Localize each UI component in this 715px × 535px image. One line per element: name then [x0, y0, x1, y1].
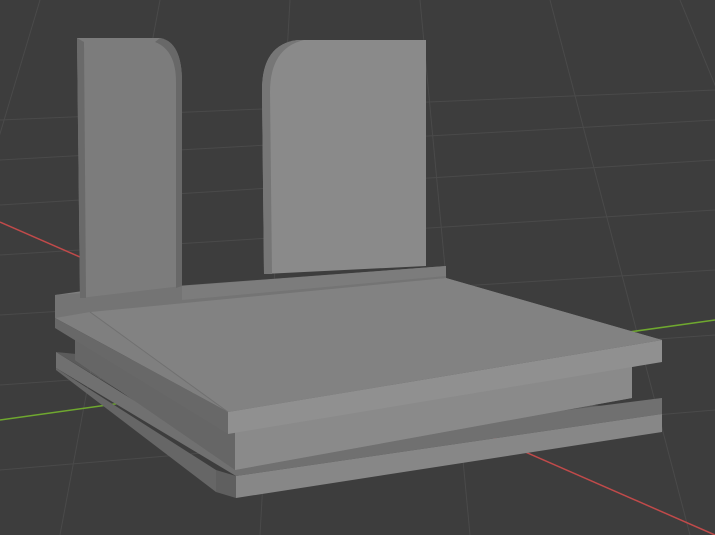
left-headstone[interactable]: [77, 38, 182, 298]
3d-viewport[interactable]: [0, 0, 715, 535]
right-headstone[interactable]: [262, 40, 426, 274]
